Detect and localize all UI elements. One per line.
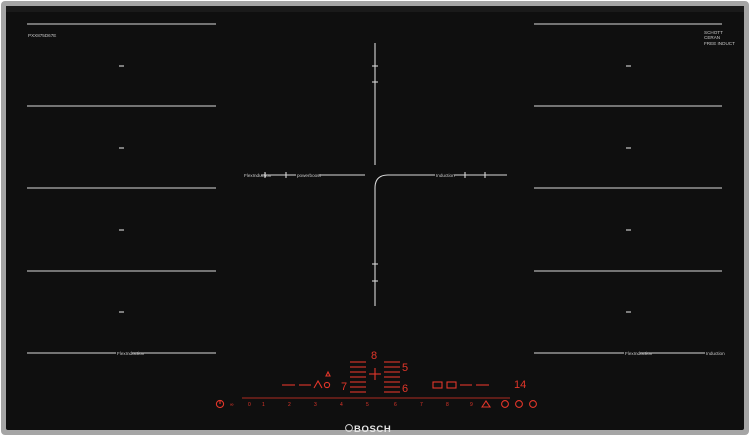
left-zone-digit: 7 (341, 381, 347, 393)
glass-sheen (6, 6, 744, 12)
scale-digit[interactable]: 6 (394, 402, 397, 408)
scale-digit[interactable]: 8 (446, 402, 449, 408)
scale-digit[interactable]: 3 (314, 402, 317, 408)
flexinduction-left-label: FlexInduction (244, 173, 272, 178)
powerboost-label: powerboost (297, 173, 321, 178)
schott-ceran-logo-line2: CERAN (704, 35, 720, 40)
schott-sub-label: FREE INDUCT (704, 41, 735, 46)
model-code: PXX875D67E (28, 33, 56, 38)
scale-digit[interactable]: 4 (340, 402, 343, 408)
scale-digit[interactable]: 0 (248, 402, 251, 408)
brand-logo: BOSCH (354, 424, 391, 435)
center-digit-one: 5 (402, 362, 408, 374)
induction-center-label: Induction (436, 173, 455, 178)
scale-digit[interactable]: 2 (288, 402, 291, 408)
flexinduction-left-bottom-label: FlexInduction (117, 351, 145, 356)
center-top-digit: 8 (371, 350, 377, 362)
scale-digit[interactable]: 7 (420, 402, 423, 408)
flexinduction-right-bottom-label: FlexInduction (625, 351, 653, 356)
induction-right-label: Induction (706, 351, 725, 356)
scale-digit[interactable]: 5 (366, 402, 369, 408)
timer-readout: 14 (514, 379, 526, 391)
cooktop-surface: PXX875D67E SCHOTT CERAN FREE INDUCT Flex… (1, 1, 749, 435)
center-digit-two: 6 (402, 383, 408, 395)
child-lock-icon[interactable]: ∞ (230, 402, 234, 408)
scale-digit[interactable]: 1 (262, 402, 265, 408)
scale-digit[interactable]: 9 (470, 402, 473, 408)
